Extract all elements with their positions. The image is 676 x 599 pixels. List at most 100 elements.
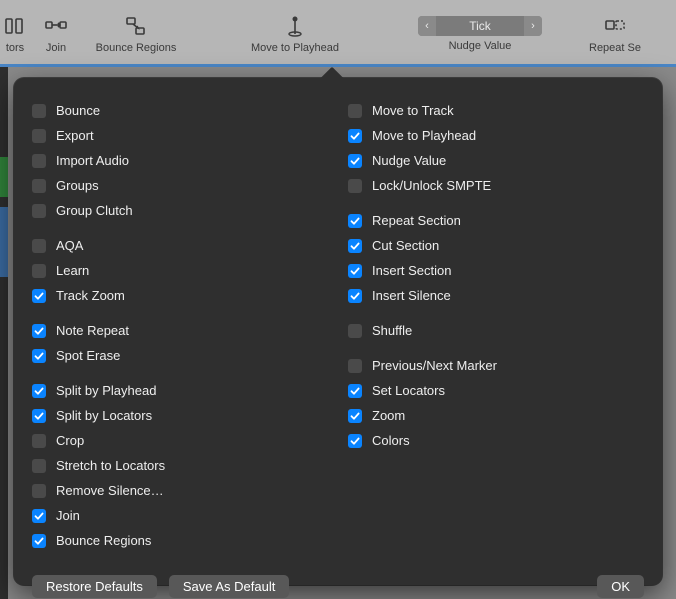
toolbar-item-join[interactable]: Join bbox=[30, 14, 82, 54]
checkbox-crop[interactable] bbox=[32, 434, 46, 448]
option-label: Move to Playhead bbox=[372, 128, 476, 143]
checkbox-export[interactable] bbox=[32, 129, 46, 143]
toolbar-item-label: Nudge Value bbox=[449, 40, 512, 52]
timeline-highlight bbox=[0, 64, 676, 67]
restore-defaults-button[interactable]: Restore Defaults bbox=[32, 575, 157, 598]
option-label: Note Repeat bbox=[56, 323, 129, 338]
option-shuffle[interactable]: Shuffle bbox=[348, 318, 644, 343]
checkbox-group-clutch[interactable] bbox=[32, 204, 46, 218]
toolbar-item-nudge-value: ‹ Tick › Nudge Value bbox=[400, 16, 560, 52]
option-join-opt[interactable]: Join bbox=[32, 503, 328, 528]
popover-footer: Restore Defaults Save As Default OK bbox=[32, 563, 644, 598]
toolbar-item-repeat-section[interactable]: Repeat Se bbox=[560, 14, 670, 54]
repeat-section-icon bbox=[601, 14, 629, 38]
checkbox-move-to-playhead-opt[interactable] bbox=[348, 129, 362, 143]
checkbox-note-repeat[interactable] bbox=[32, 324, 46, 338]
options-group: Shuffle bbox=[348, 318, 644, 343]
option-crop[interactable]: Crop bbox=[32, 428, 328, 453]
options-column-left: Bounce Export Import AudioGroupsGroup Clut… bbox=[32, 98, 328, 563]
checkbox-colors[interactable] bbox=[348, 434, 362, 448]
checkbox-cut-section[interactable] bbox=[348, 239, 362, 253]
option-bounce[interactable]: Bounce bbox=[32, 98, 328, 123]
checkbox-track-zoom[interactable] bbox=[32, 289, 46, 303]
checkbox-insert-silence[interactable] bbox=[348, 289, 362, 303]
checkbox-nudge-value-opt[interactable] bbox=[348, 154, 362, 168]
option-label: Zoom bbox=[372, 408, 405, 423]
option-split-by-locators[interactable]: Split by Locators bbox=[32, 403, 328, 428]
checkbox-split-by-playhead[interactable] bbox=[32, 384, 46, 398]
checkbox-insert-section[interactable] bbox=[348, 264, 362, 278]
checkbox-prev-next-marker[interactable] bbox=[348, 359, 362, 373]
toolbar-item-move-to-playhead[interactable]: Move to Playhead bbox=[190, 14, 400, 54]
ok-button[interactable]: OK bbox=[597, 575, 644, 598]
option-label: Learn bbox=[56, 263, 89, 278]
locators-icon bbox=[1, 14, 29, 38]
option-bounce-regions-opt[interactable]: Bounce Regions bbox=[32, 528, 328, 553]
option-lock-unlock-smpte[interactable]: Lock/Unlock SMPTE bbox=[348, 173, 644, 198]
option-import-audio[interactable]: Import Audio bbox=[32, 148, 328, 173]
option-export[interactable]: Export bbox=[32, 123, 328, 148]
checkbox-bounce[interactable] bbox=[32, 104, 46, 118]
checkbox-join-opt[interactable] bbox=[32, 509, 46, 523]
toolbar-item-label: Bounce Regions bbox=[96, 42, 177, 54]
option-label: Lock/Unlock SMPTE bbox=[372, 178, 491, 193]
option-insert-section[interactable]: Insert Section bbox=[348, 258, 644, 283]
option-prev-next-marker[interactable]: Previous/Next Marker bbox=[348, 353, 644, 378]
option-label: Insert Silence bbox=[372, 288, 451, 303]
option-split-by-playhead[interactable]: Split by Playhead bbox=[32, 378, 328, 403]
option-label: Crop bbox=[56, 433, 84, 448]
checkbox-stretch-to-locators[interactable] bbox=[32, 459, 46, 473]
nudge-prev-button[interactable]: ‹ bbox=[418, 16, 436, 36]
option-stretch-to-locators[interactable]: Stretch to Locators bbox=[32, 453, 328, 478]
option-move-to-playhead-opt[interactable]: Move to Playhead bbox=[348, 123, 644, 148]
option-aqa[interactable]: AQA bbox=[32, 233, 328, 258]
checkbox-move-to-track[interactable] bbox=[348, 104, 362, 118]
option-groups[interactable]: Groups bbox=[32, 173, 328, 198]
option-spot-erase[interactable]: Spot Erase bbox=[32, 343, 328, 368]
options-group: Previous/Next Marker Set Locators Zoom Colo… bbox=[348, 353, 644, 453]
checkbox-import-audio[interactable] bbox=[32, 154, 46, 168]
option-remove-silence[interactable]: Remove Silence… bbox=[32, 478, 328, 503]
checkbox-lock-unlock-smpte[interactable] bbox=[348, 179, 362, 193]
checkbox-groups[interactable] bbox=[32, 179, 46, 193]
checkbox-shuffle[interactable] bbox=[348, 324, 362, 338]
option-repeat-section-opt[interactable]: Repeat Section bbox=[348, 208, 644, 233]
checkbox-zoom[interactable] bbox=[348, 409, 362, 423]
option-group-clutch[interactable]: Group Clutch bbox=[32, 198, 328, 223]
toolbar: tors Join Bounce Regions Move to Playhea… bbox=[0, 0, 676, 64]
checkbox-learn[interactable] bbox=[32, 264, 46, 278]
option-move-to-track[interactable]: Move to Track bbox=[348, 98, 644, 123]
nudge-stepper[interactable]: ‹ Tick › bbox=[418, 16, 542, 36]
checkbox-repeat-section-opt[interactable] bbox=[348, 214, 362, 228]
option-note-repeat[interactable]: Note Repeat bbox=[32, 318, 328, 343]
option-label: Colors bbox=[372, 433, 410, 448]
toolbar-item-tors[interactable]: tors bbox=[0, 14, 30, 54]
save-as-default-button[interactable]: Save As Default bbox=[169, 575, 290, 598]
option-label: Cut Section bbox=[372, 238, 439, 253]
option-nudge-value-opt[interactable]: Nudge Value bbox=[348, 148, 644, 173]
toolbar-item-label: tors bbox=[6, 42, 24, 54]
option-track-zoom[interactable]: Track Zoom bbox=[32, 283, 328, 308]
option-set-locators[interactable]: Set Locators bbox=[348, 378, 644, 403]
nudge-next-button[interactable]: › bbox=[524, 16, 542, 36]
options-group: Bounce Export Import AudioGroupsGroup Clut… bbox=[32, 98, 328, 223]
option-cut-section[interactable]: Cut Section bbox=[348, 233, 644, 258]
customize-popover: Bounce Export Import AudioGroupsGroup Clut… bbox=[14, 78, 662, 585]
option-colors[interactable]: Colors bbox=[348, 428, 644, 453]
option-label: Set Locators bbox=[372, 383, 445, 398]
options-group: Note Repeat Spot Erase bbox=[32, 318, 328, 368]
option-zoom[interactable]: Zoom bbox=[348, 403, 644, 428]
option-insert-silence[interactable]: Insert Silence bbox=[348, 283, 644, 308]
nudge-value[interactable]: Tick bbox=[436, 16, 524, 36]
option-label: Export bbox=[56, 128, 94, 143]
checkbox-spot-erase[interactable] bbox=[32, 349, 46, 363]
checkbox-bounce-regions-opt[interactable] bbox=[32, 534, 46, 548]
option-learn[interactable]: Learn bbox=[32, 258, 328, 283]
checkbox-remove-silence[interactable] bbox=[32, 484, 46, 498]
checkbox-aqa[interactable] bbox=[32, 239, 46, 253]
options-group: Split by PlayheadSplit by Locators Crop St… bbox=[32, 378, 328, 553]
options-columns: Bounce Export Import AudioGroupsGroup Clut… bbox=[32, 98, 644, 563]
checkbox-set-locators[interactable] bbox=[348, 384, 362, 398]
toolbar-item-bounce-regions[interactable]: Bounce Regions bbox=[82, 14, 190, 54]
checkbox-split-by-locators[interactable] bbox=[32, 409, 46, 423]
